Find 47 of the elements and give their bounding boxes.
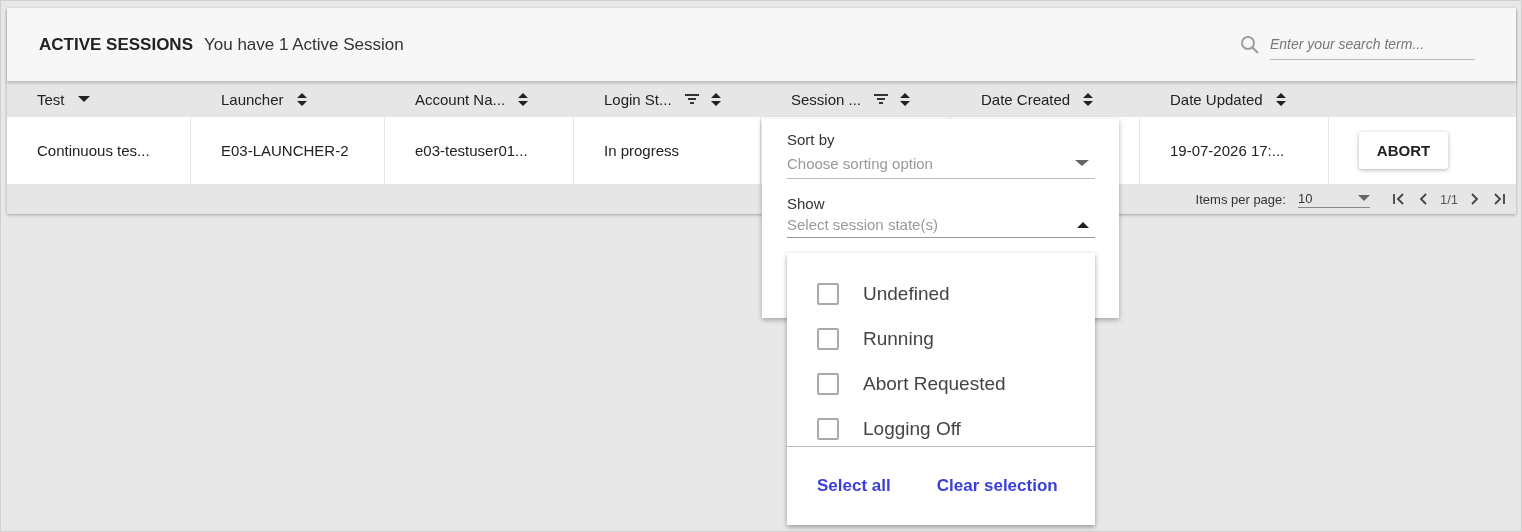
items-per-page-label: Items per page:	[1195, 191, 1286, 207]
sort-icon[interactable]	[899, 91, 912, 107]
caret-down-icon	[1075, 159, 1089, 167]
column-header[interactable]: Account Na...	[415, 90, 506, 108]
abort-button[interactable]: ABORT	[1359, 132, 1448, 169]
link-button[interactable]: Clear selection	[936, 476, 1058, 496]
caret-down-icon	[1357, 194, 1370, 202]
column-header[interactable]: Date Created	[981, 90, 1071, 108]
caret-up-icon	[1077, 220, 1089, 229]
column-header[interactable]: Date Updated	[1170, 90, 1263, 108]
page-title: ACTIVE SESSIONS	[39, 34, 193, 55]
last-page-icon[interactable]	[1492, 192, 1506, 206]
session-count: You have 1 Active Session	[204, 34, 404, 55]
sort-icon[interactable]	[295, 91, 308, 107]
field-label: Show	[787, 195, 826, 212]
option-label[interactable]: Logging Off	[863, 417, 961, 440]
sort-icon[interactable]	[1274, 91, 1287, 107]
previous-page-icon[interactable]	[1417, 192, 1428, 206]
option-label[interactable]: Undefined	[863, 282, 950, 305]
filter-icon[interactable]	[873, 93, 890, 105]
column-header[interactable]: Test	[37, 90, 65, 108]
table-cell: e03-testuser01...	[415, 142, 528, 159]
checkbox[interactable]	[817, 417, 839, 440]
table-cell: E03-LAUNCHER-2	[221, 142, 349, 159]
search-field[interactable]: Enter your search term...	[1270, 29, 1475, 60]
checkbox[interactable]	[817, 372, 839, 395]
sort-icon[interactable]	[709, 91, 722, 107]
table-cell: 19-07-2026 17:...	[1170, 142, 1285, 159]
checkbox[interactable]	[817, 327, 839, 350]
next-page-icon[interactable]	[1470, 192, 1480, 206]
table-cell: Continuous tes...	[37, 142, 150, 159]
option-label[interactable]: Running	[863, 327, 934, 350]
search-icon	[1240, 34, 1260, 55]
page-range: 1/1	[1439, 191, 1458, 207]
column-header[interactable]: Session ...	[791, 90, 862, 108]
field-label: Sort by	[787, 131, 836, 148]
link-button[interactable]: Select all	[817, 476, 891, 496]
sort-icon[interactable]	[1082, 91, 1095, 107]
column-header[interactable]: Login St...	[604, 90, 672, 108]
column-header[interactable]: Launcher	[221, 90, 284, 108]
page-size-select[interactable]: 10	[1297, 190, 1370, 208]
table-cell: In progress	[604, 142, 680, 159]
checkbox[interactable]	[817, 282, 839, 305]
first-page-icon[interactable]	[1391, 192, 1406, 206]
option-label[interactable]: Abort Requested	[863, 372, 1006, 395]
sort-icon[interactable]	[517, 91, 530, 107]
filter-icon[interactable]	[683, 93, 700, 105]
